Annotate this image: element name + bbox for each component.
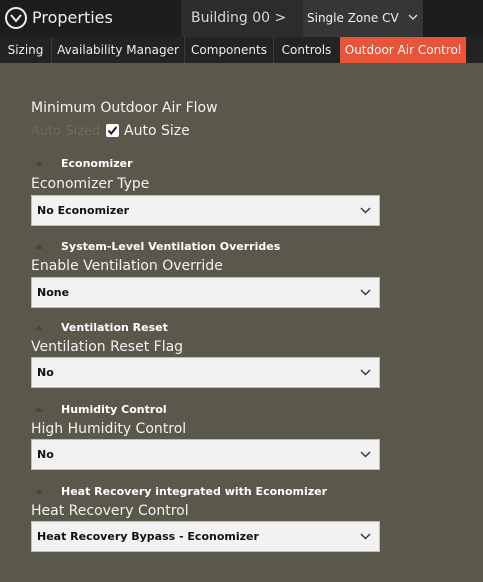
collapse-triangle-icon [35, 244, 43, 249]
building-breadcrumb-label: Building 00 > [191, 10, 287, 26]
collapse-triangle-icon [35, 489, 43, 494]
economizer-type-dropdown[interactable]: No Economizer [31, 195, 380, 226]
dropdown-value: No [37, 366, 54, 379]
auto-size-label: Auto Size [124, 123, 190, 139]
dropdown-value: No Economizer [37, 204, 130, 217]
ventilation-reset-flag-label: Ventilation Reset Flag [31, 339, 184, 355]
zone-selector-label: Single Zone CV [307, 11, 399, 25]
enable-ventilation-override-label: Enable Ventilation Override [31, 258, 223, 274]
collapse-triangle-icon [35, 407, 43, 412]
group-heading-text: Humidity Control [61, 403, 167, 416]
tab-components[interactable]: Components [184, 37, 273, 63]
chevron-down-icon[interactable] [408, 14, 418, 21]
ventilation-override-dropdown[interactable]: None [31, 277, 380, 308]
group-heading-text: Ventilation Reset [61, 321, 168, 334]
heat-recovery-dropdown[interactable]: Heat Recovery Bypass - Economizer [31, 521, 380, 552]
dropdown-value: None [37, 286, 70, 299]
heat-recovery-control-label: Heat Recovery Control [31, 503, 189, 519]
collapse-triangle-icon [35, 325, 43, 330]
group-heading-text: System-Level Ventilation Overrides [61, 240, 281, 253]
checkmark-icon [107, 126, 118, 136]
group-heading-text: Heat Recovery integrated with Economizer [61, 485, 328, 498]
tab-outdoor-air-control[interactable]: Outdoor Air Control [340, 37, 466, 63]
properties-toggle-icon[interactable] [5, 7, 27, 29]
dropdown-value: Heat Recovery Bypass - Economizer [37, 530, 259, 543]
chevron-down-icon [360, 207, 371, 214]
chevron-down-icon [360, 289, 371, 296]
tab-controls[interactable]: Controls [273, 37, 339, 63]
collapse-triangle-icon [35, 161, 43, 166]
high-humidity-control-label: High Humidity Control [31, 421, 187, 437]
economizer-type-label: Economizer Type [31, 176, 150, 192]
tab-sizing[interactable]: Sizing [0, 37, 51, 63]
chevron-down-icon [360, 533, 371, 540]
ventilation-reset-dropdown[interactable]: No [31, 357, 380, 388]
chevron-down-icon [360, 369, 371, 376]
min-outdoor-air-flow-title: Minimum Outdoor Air Flow [31, 100, 218, 116]
chevron-down-icon [360, 451, 371, 458]
auto-sized-value: Auto Sized [31, 124, 101, 139]
tab-availability-manager[interactable]: Availability Manager [51, 37, 184, 63]
auto-size-checkbox[interactable] [106, 124, 119, 137]
properties-title: Properties [32, 8, 113, 27]
dropdown-value: No [37, 448, 54, 461]
group-heading-text: Economizer [61, 157, 133, 170]
high-humidity-dropdown[interactable]: No [31, 439, 380, 470]
